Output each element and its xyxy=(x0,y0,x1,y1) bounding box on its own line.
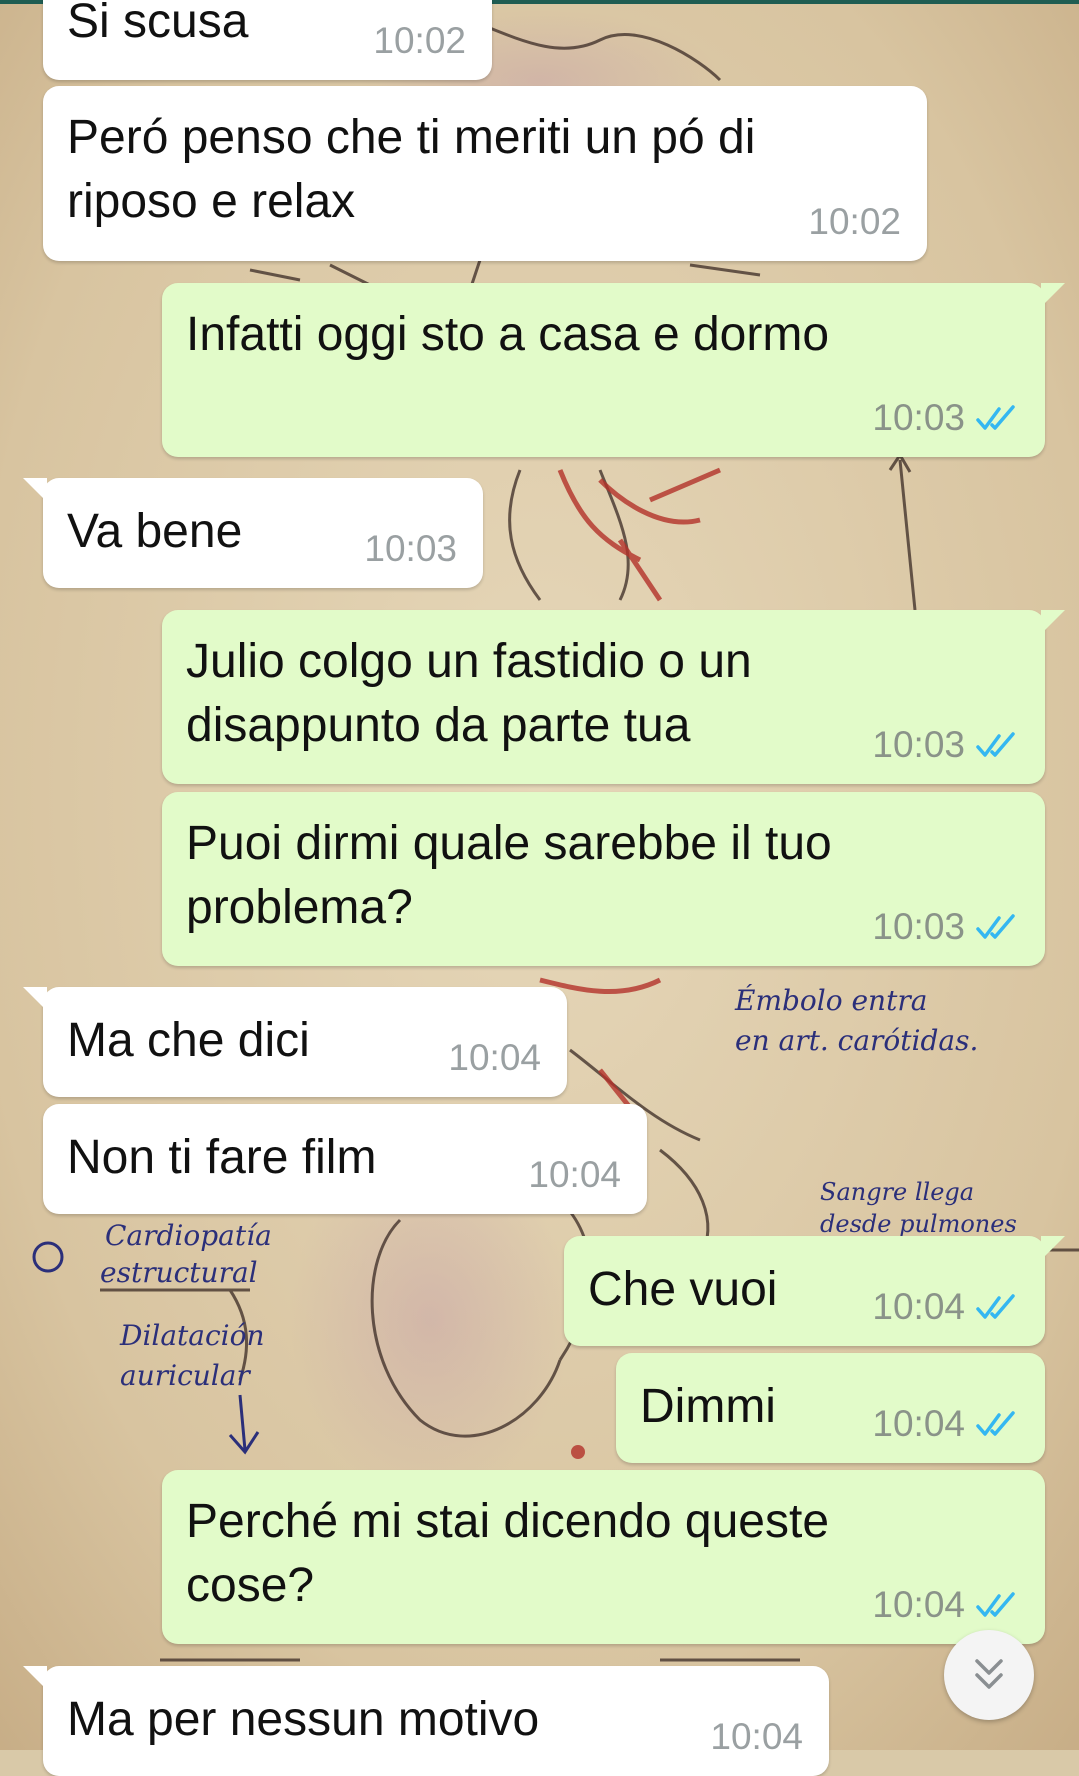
incoming-message[interactable]: Peró penso che ti meriti un pó di riposo… xyxy=(43,86,927,261)
message-meta: 10:04 xyxy=(528,1154,621,1196)
incoming-message[interactable]: Non ti fare film 10:04 xyxy=(43,1104,647,1214)
incoming-message[interactable]: Va bene 10:03 xyxy=(23,478,483,588)
incoming-message[interactable]: Ma per nessun motivo 10:04 xyxy=(23,1666,829,1776)
message-meta: 10:04 xyxy=(448,1037,541,1079)
double-check-icon xyxy=(976,1592,1015,1617)
message-meta: 10:02 xyxy=(373,20,466,62)
message-text: Va bene xyxy=(67,505,243,558)
message-meta: 10:03 xyxy=(872,906,1019,948)
message-time: 10:03 xyxy=(872,906,965,947)
message-meta: 10:02 xyxy=(808,201,901,243)
outgoing-message[interactable]: Che vuoi 10:04 xyxy=(564,1236,1065,1346)
message-text: Julio colgo un fastidio o un disappunto … xyxy=(186,635,752,752)
message-list[interactable]: Si scusa 10:02 Peró penso che ti meriti … xyxy=(0,0,1079,1776)
message-meta: 10:03 xyxy=(872,397,1019,439)
message-time: 10:04 xyxy=(448,1037,541,1078)
outgoing-message[interactable]: Dimmi 10:04 xyxy=(616,1353,1045,1463)
message-time: 10:03 xyxy=(872,724,965,765)
message-meta: 10:03 xyxy=(872,724,1019,766)
message-time: 10:03 xyxy=(364,528,457,569)
message-time: 10:04 xyxy=(872,1584,965,1625)
double-check-icon xyxy=(976,1294,1015,1319)
message-meta: 10:03 xyxy=(364,528,457,570)
message-time: 10:04 xyxy=(872,1403,965,1444)
message-text: Ma che dici xyxy=(67,1014,310,1067)
outgoing-message[interactable]: Puoi dirmi quale sarebbe il tuo problema… xyxy=(162,792,1045,966)
message-time: 10:04 xyxy=(710,1716,803,1757)
message-time: 10:02 xyxy=(373,20,466,61)
message-meta: 10:04 xyxy=(872,1584,1019,1626)
double-check-icon xyxy=(976,1411,1015,1436)
scroll-to-bottom-button[interactable] xyxy=(944,1630,1034,1720)
message-time: 10:03 xyxy=(872,397,965,438)
incoming-message[interactable]: Si scusa 10:02 xyxy=(43,0,492,80)
message-text: Ma per nessun motivo xyxy=(67,1693,540,1746)
message-text: Infatti oggi sto a casa e dormo xyxy=(186,308,830,361)
message-text: Dimmi xyxy=(640,1380,776,1433)
double-check-icon xyxy=(976,405,1015,430)
double-check-icon xyxy=(976,914,1015,939)
message-text: Perché mi stai dicendo queste cose? xyxy=(186,1495,830,1612)
incoming-message[interactable]: Ma che dici 10:04 xyxy=(23,987,567,1097)
message-time: 10:02 xyxy=(808,201,901,242)
message-text: Si scusa xyxy=(67,0,249,48)
message-text: Non ti fare film xyxy=(67,1131,377,1184)
message-time: 10:04 xyxy=(528,1154,621,1195)
double-check-icon xyxy=(976,732,1015,757)
message-meta: 10:04 xyxy=(872,1286,1019,1328)
double-chevron-down-icon xyxy=(975,1659,1003,1689)
outgoing-message[interactable]: Julio colgo un fastidio o un disappunto … xyxy=(162,610,1065,784)
message-time: 10:04 xyxy=(872,1286,965,1327)
message-text: Puoi dirmi quale sarebbe il tuo problema… xyxy=(186,817,832,934)
message-meta: 10:04 xyxy=(710,1716,803,1758)
outgoing-message[interactable]: Perché mi stai dicendo queste cose? 10:0… xyxy=(162,1470,1045,1644)
message-text: Peró penso che ti meriti un pó di riposo… xyxy=(67,111,756,228)
message-meta: 10:04 xyxy=(872,1403,1019,1445)
outgoing-message[interactable]: Infatti oggi sto a casa e dormo 10:03 xyxy=(162,283,1065,457)
message-text: Che vuoi xyxy=(588,1263,778,1316)
